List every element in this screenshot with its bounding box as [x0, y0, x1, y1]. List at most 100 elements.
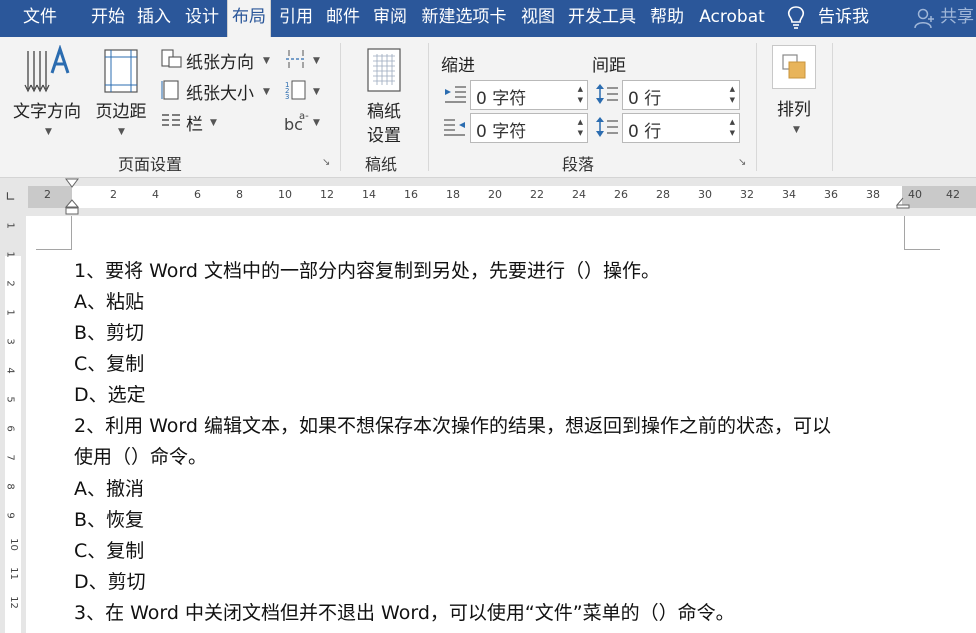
doc-line: 1、要将 Word 文档中的一部分内容复制到另处，先要进行（）操作。 — [74, 260, 661, 282]
margin-corner-top-left — [36, 216, 72, 250]
draft-paper-icon — [367, 48, 401, 92]
doc-line: 使用（）命令。 — [74, 446, 208, 468]
vertical-ruler-number: 6 — [4, 425, 16, 432]
vertical-ruler-number: 11 — [7, 567, 19, 580]
tab-mailings[interactable]: 邮件 — [320, 0, 366, 37]
ruler-number: 26 — [614, 188, 628, 201]
tab-references[interactable]: 引用 — [273, 0, 319, 37]
text-direction-icon — [24, 45, 70, 93]
doc-line: B、剪切 — [74, 322, 145, 344]
draft-group-label: 稿纸 — [365, 155, 398, 174]
paragraph-launcher-icon[interactable]: ↘ — [738, 157, 746, 168]
tab-design[interactable]: 设计 — [179, 0, 225, 37]
vertical-ruler-number: 1 — [4, 251, 16, 258]
ruler-number: 24 — [572, 188, 586, 201]
svg-text:a-: a- — [299, 111, 309, 122]
ruler-number: 42 — [946, 188, 960, 201]
ruler-number: 32 — [740, 188, 754, 201]
share-button[interactable]: 共享 — [940, 0, 974, 37]
tab-insert[interactable]: 插入 — [131, 0, 177, 37]
ruler-number: 28 — [656, 188, 670, 201]
hyphenation-icon: bc a- — [284, 111, 309, 134]
ruler-number: 14 — [362, 188, 376, 201]
chevron-down-icon: ▼ — [210, 118, 217, 128]
doc-line: C、复制 — [74, 540, 145, 562]
vertical-ruler-number: 2 — [4, 280, 16, 287]
spacing-after-field[interactable]: 0 行 ▲ ▼ — [622, 113, 740, 143]
group-divider — [756, 43, 757, 171]
indent-left-icon — [445, 86, 466, 103]
tab-acrobat[interactable]: Acrobat — [692, 0, 772, 37]
indent-right-field[interactable]: 0 字符 ▲ ▼ — [470, 113, 588, 143]
indent-marker-icon[interactable] — [64, 178, 80, 216]
doc-line: B、恢复 — [74, 509, 145, 531]
right-indent-marker-icon[interactable] — [895, 196, 911, 210]
vertical-ruler-number: 8 — [4, 483, 16, 490]
horizontal-ruler: ∟ 2 2 4 6 8 10 12 14 16 18 20 22 24 26 28 30 32 34 36 38 40 4… — [0, 178, 976, 216]
doc-line: D、剪切 — [74, 571, 146, 593]
doc-line: A、撤消 — [74, 478, 144, 500]
spinner-arrows-icon[interactable]: ▲ ▼ — [578, 117, 583, 139]
group-divider — [428, 43, 429, 171]
indent-right-icon — [444, 119, 465, 136]
tab-home[interactable]: 开始 — [85, 0, 131, 37]
chevron-down-icon: ▼ — [263, 56, 270, 66]
margins-icon — [104, 49, 138, 93]
page-setup-launcher-icon[interactable]: ↘ — [322, 157, 330, 168]
spacing-after-icon — [596, 117, 618, 137]
spacing-before-field[interactable]: 0 行 ▲ ▼ — [622, 80, 740, 110]
orientation-label: 纸张方向 — [186, 53, 254, 73]
draft-setup-label-line2: 设置 — [367, 126, 401, 146]
group-divider — [340, 43, 341, 171]
person-icon — [914, 8, 934, 29]
arrange-icon — [782, 54, 806, 79]
ribbon-body: 文字方向 ▼ 页边距 ▼ 纸张方向 ▼ 纸张大小 ▼ 栏 ▼ ▼ 1 2 3 ▼… — [0, 37, 976, 178]
ruler-number: 18 — [446, 188, 460, 201]
tell-me-search[interactable]: 告诉我 — [818, 0, 869, 37]
doc-line: A、粘贴 — [74, 291, 144, 313]
vertical-ruler-number: 10 — [7, 538, 19, 551]
tab-developer[interactable]: 开发工具 — [562, 0, 642, 37]
ruler-number: 8 — [236, 188, 243, 201]
spinner-arrows-icon[interactable]: ▲ ▼ — [730, 117, 735, 139]
spacing-title: 间距 — [592, 56, 626, 76]
spinner-arrows-icon[interactable]: ▲ ▼ — [578, 84, 583, 106]
ruler-number: 4 — [152, 188, 159, 201]
chevron-down-icon: ▼ — [118, 127, 125, 137]
vertical-ruler-number: 1 — [4, 222, 16, 229]
indent-left-value: 0 字符 — [476, 89, 527, 109]
paragraph-group-label: 段落 — [562, 155, 595, 174]
ruler-number: 10 — [278, 188, 292, 201]
ruler-number: 12 — [320, 188, 334, 201]
tab-review[interactable]: 审阅 — [367, 0, 413, 37]
tab-help[interactable]: 帮助 — [644, 0, 690, 37]
vertical-ruler-number: 5 — [4, 396, 16, 403]
columns-icon — [162, 114, 180, 126]
doc-line: C、复制 — [74, 353, 145, 375]
spinner-arrows-icon[interactable]: ▲ ▼ — [730, 84, 735, 106]
ruler-number: 36 — [824, 188, 838, 201]
ruler-number: 2 — [44, 188, 51, 201]
tab-view[interactable]: 视图 — [515, 0, 561, 37]
tab-new-tab[interactable]: 新建选项卡 — [414, 0, 514, 37]
tab-layout[interactable]: 布局 — [227, 0, 271, 37]
tab-file[interactable]: 文件 — [8, 0, 72, 37]
doc-line: 3、在 Word 中关闭文档但并不退出 Word，可以使用“文件”菜单的（）命令… — [74, 602, 735, 624]
columns-label: 栏 — [186, 115, 203, 135]
chevron-down-icon: ▼ — [793, 125, 800, 135]
doc-line: D、选定 — [74, 384, 146, 406]
arrange-icon-frame — [772, 45, 816, 89]
arrange-label: 排列 — [777, 100, 811, 120]
tab-selector-icon[interactable]: ∟ — [5, 190, 16, 205]
chevron-down-icon: ▼ — [263, 87, 270, 97]
size-label: 纸张大小 — [186, 84, 254, 104]
vertical-ruler-number: 4 — [4, 367, 16, 374]
ruler-number: 20 — [488, 188, 502, 201]
indent-left-field[interactable]: 0 字符 ▲ ▼ — [470, 80, 588, 110]
ruler-number: 6 — [194, 188, 201, 201]
chevron-down-icon: ▼ — [45, 127, 52, 137]
ruler-number: 30 — [698, 188, 712, 201]
ribbon-tab-bar: 文件 开始 插入 设计 布局 引用 邮件 审阅 新建选项卡 视图 开发工具 帮助… — [0, 0, 976, 37]
margins-label: 页边距 — [95, 102, 147, 122]
vertical-ruler-number: 3 — [4, 338, 16, 345]
